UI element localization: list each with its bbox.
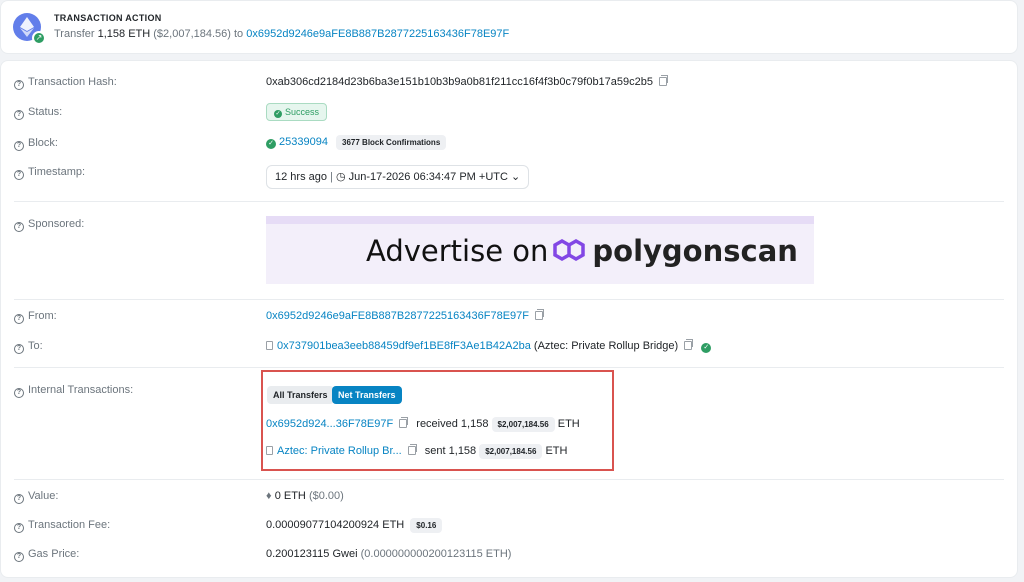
to-value: 0x737901bea3eeb88459df9ef1BE8fF3Ae1B42A2… — [266, 340, 714, 353]
timestamp-ago: 12 hrs ago — [275, 171, 327, 183]
question-icon: ? — [14, 388, 24, 398]
chevron-down-icon: ⌄ — [511, 171, 520, 183]
ad-text: Advertise on polygonscan — [366, 234, 798, 268]
check-circle-icon: ✓ — [274, 110, 282, 118]
transaction-action-card: ↗ TRANSACTION ACTION Transfer 1,158 ETH … — [0, 0, 1018, 54]
action-prefix: Transfer — [54, 28, 95, 40]
action-to-address-link[interactable]: 0x6952d9246e9aFE8B887B2877225163436F78E9… — [246, 28, 509, 40]
hash-label: ?Transaction Hash: — [14, 76, 117, 90]
gas-value: 0.200123115 Gwei (0.000000000200123115 E… — [266, 548, 511, 560]
from-value: 0x6952d9246e9aFE8B887B2877225163436F78E9… — [266, 310, 543, 322]
hash-value: 0xab306cd2184d23b6ba3e151b10b3b9a0b81f21… — [266, 76, 667, 88]
fee-amount: 0.00009077104200924 ETH — [266, 519, 404, 531]
sponsored-label: ?Sponsored: — [14, 218, 84, 232]
copy-icon[interactable] — [684, 341, 692, 350]
check-circle-icon: ✓ — [266, 139, 276, 149]
question-icon: ? — [14, 494, 24, 504]
contract-icon — [266, 341, 273, 350]
gas-amount: 0.200123115 Gwei — [266, 548, 358, 560]
action-usd: ($2,007,184.56) — [153, 28, 231, 40]
value-amount: 0 ETH — [275, 490, 306, 502]
gas-eth: (0.000000000200123115 ETH) — [361, 548, 512, 560]
value-value: ♦ 0 ETH ($0.00) — [266, 490, 344, 502]
action-asset: ETH — [128, 28, 150, 40]
action-title: TRANSACTION ACTION — [54, 13, 162, 23]
from-label: ?From: — [14, 310, 57, 324]
verified-icon: ✓ — [701, 343, 711, 353]
polygon-logo — [552, 235, 586, 265]
timestamp-date: Jun-17-2026 06:34:47 PM +UTC — [349, 171, 508, 183]
question-icon: ? — [14, 110, 24, 120]
divider — [14, 201, 1004, 202]
copy-icon[interactable] — [535, 311, 543, 320]
action-amount: 1,158 — [98, 28, 126, 40]
timestamp-label: ?Timestamp: — [14, 166, 85, 180]
ad-stripe — [266, 216, 814, 224]
sponsored-ad-banner[interactable]: Advertise on polygonscan — [266, 216, 814, 284]
highlight-box — [261, 370, 614, 471]
timestamp-dropdown[interactable]: 12 hrs ago | ◷ Jun-17-2026 06:34:47 PM +… — [266, 165, 529, 189]
fee-value: 0.00009077104200924 ETH $0.16 — [266, 518, 442, 533]
action-summary: Transfer 1,158 ETH ($2,007,184.56) to 0x… — [54, 28, 509, 40]
copy-icon[interactable] — [659, 77, 667, 86]
fee-label: ?Transaction Fee: — [14, 519, 110, 533]
arrow-up-right-icon: ↗ — [32, 31, 46, 45]
internal-transactions-label: ?Internal Transactions: — [14, 384, 133, 398]
status-badge: ✓Success — [266, 103, 327, 121]
fee-usd-badge: $0.16 — [410, 518, 442, 533]
ad-prefix: Advertise on — [366, 234, 548, 268]
transaction-hash: 0xab306cd2184d23b6ba3e151b10b3b9a0b81f21… — [266, 76, 653, 88]
divider — [14, 367, 1004, 368]
to-address-link[interactable]: 0x737901bea3eeb88459df9ef1BE8fF3Ae1B42A2… — [277, 340, 531, 352]
divider — [14, 299, 1004, 300]
ad-brand: polygonscan — [592, 234, 798, 268]
block-label: ?Block: — [14, 137, 58, 151]
to-label: ?To: — [14, 340, 43, 354]
block-value: ✓25339094 3677 Block Confirmations — [266, 135, 446, 150]
question-icon: ? — [14, 170, 24, 180]
to-contract-name: (Aztec: Private Rollup Bridge) — [534, 340, 678, 352]
from-address-link[interactable]: 0x6952d9246e9aFE8B887B2877225163436F78E9… — [266, 310, 529, 322]
question-icon: ? — [14, 141, 24, 151]
question-icon: ? — [14, 314, 24, 324]
gas-label: ?Gas Price: — [14, 548, 79, 562]
value-label: ?Value: — [14, 490, 58, 504]
action-to-word: to — [234, 28, 243, 40]
block-confirmations-badge: 3677 Block Confirmations — [336, 135, 446, 150]
block-number-link[interactable]: 25339094 — [279, 136, 328, 148]
value-usd: ($0.00) — [309, 490, 344, 502]
question-icon: ? — [14, 80, 24, 90]
question-icon: ? — [14, 222, 24, 232]
divider — [14, 479, 1004, 480]
status-label: ?Status: — [14, 106, 62, 120]
question-icon: ? — [14, 344, 24, 354]
clock-icon: ◷ — [336, 171, 346, 183]
timestamp-separator: | — [330, 171, 333, 183]
question-icon: ? — [14, 523, 24, 533]
eth-diamond-icon: ♦ — [266, 490, 272, 502]
question-icon: ? — [14, 552, 24, 562]
transaction-details-card: ?Transaction Hash: 0xab306cd2184d23b6ba3… — [0, 60, 1018, 578]
